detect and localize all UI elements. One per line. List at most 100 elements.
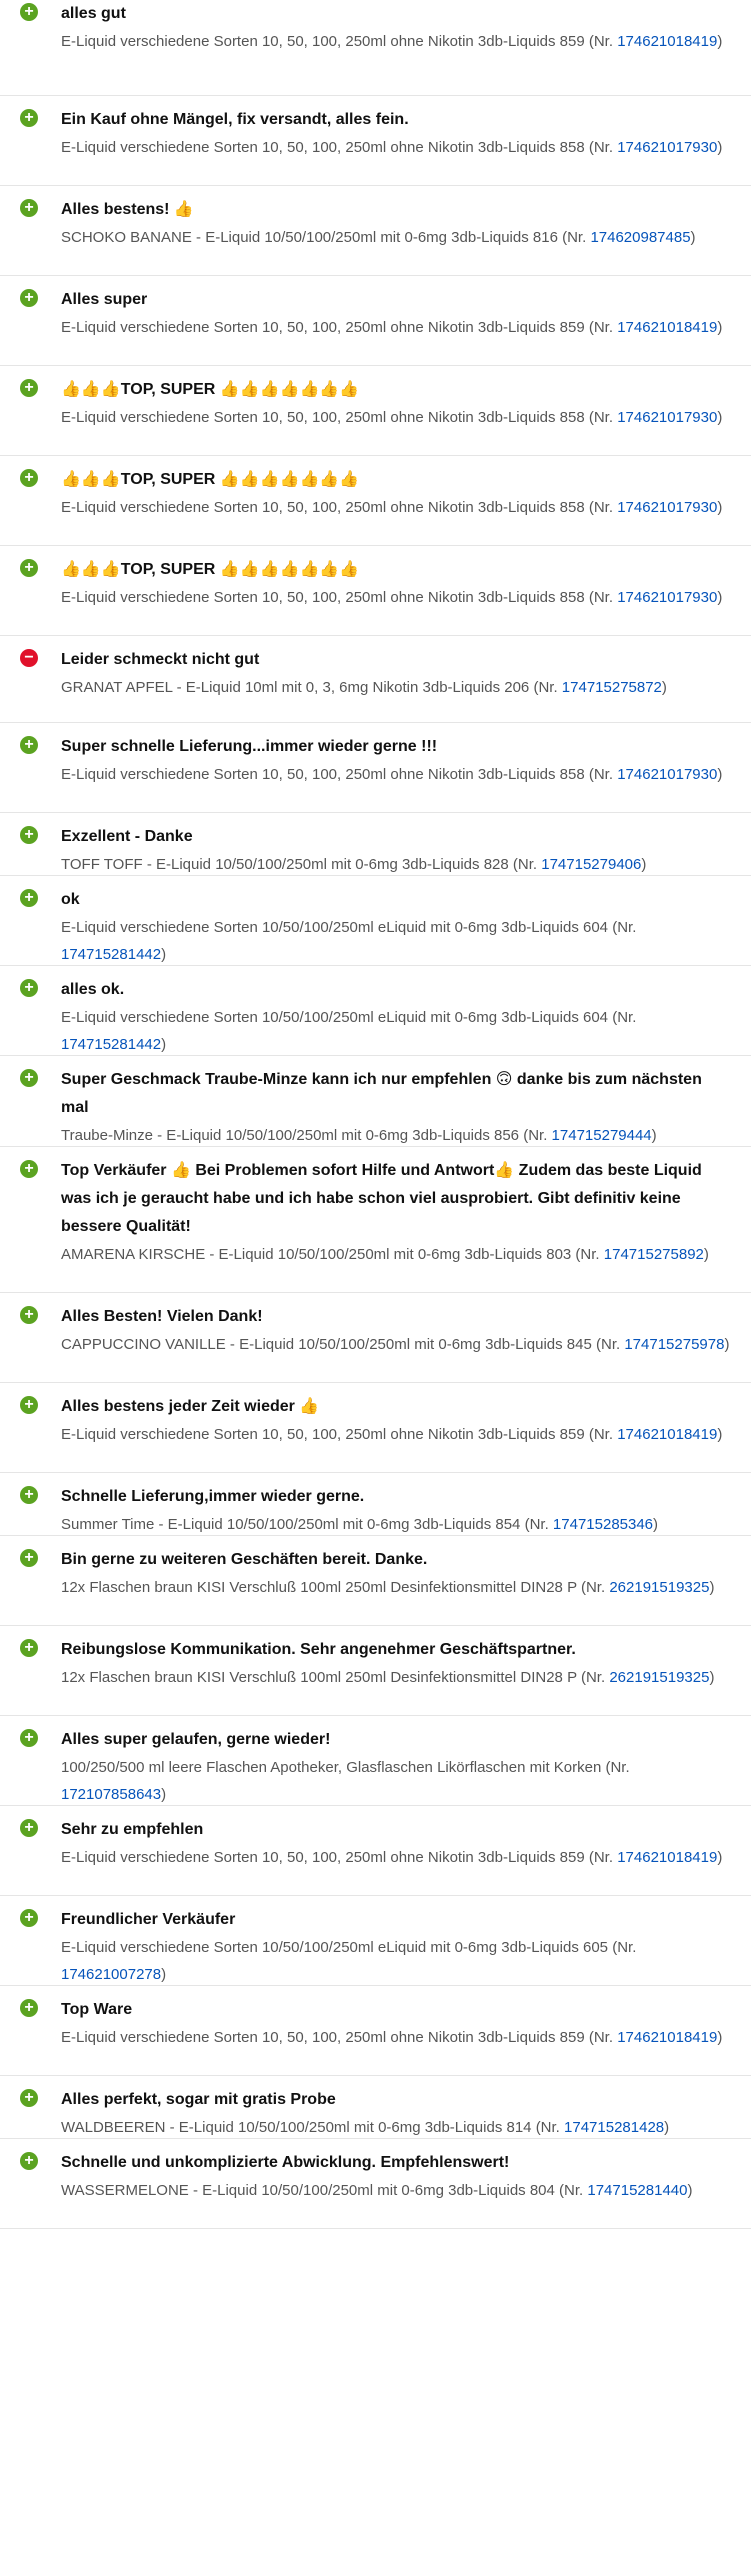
item-number-suffix: ) xyxy=(703,1246,709,1263)
item-title: Traube-Minze - E-Liquid 10/50/100/250ml … xyxy=(61,1127,520,1144)
item-number-prefix: (Nr. xyxy=(605,1759,630,1776)
item-number-link[interactable]: 174621017930 xyxy=(617,139,717,156)
item-number-link[interactable]: 174621018419 xyxy=(617,2029,717,2046)
plus-circle-icon: + xyxy=(20,736,38,754)
item-title: E-Liquid verschiedene Sorten 10, 50, 100… xyxy=(61,766,585,783)
item-number-prefix: (Nr. xyxy=(580,1669,610,1686)
item-number-prefix: (Nr. xyxy=(588,1849,618,1866)
feedback-item: + Bin gerne zu weiteren Geschäften bereit… xyxy=(0,1536,751,1626)
feedback-comment: 👍👍👍TOP, SUPER 👍👍👍👍👍👍👍 xyxy=(61,561,360,578)
item-number-link[interactable]: 174715281442 xyxy=(61,1036,161,1053)
feedback-comment: 👍👍👍TOP, SUPER 👍👍👍👍👍👍👍 xyxy=(61,381,360,398)
item-description: E-Liquid verschiedene Sorten 10, 50, 100… xyxy=(61,404,731,431)
item-number-link[interactable]: 174715281440 xyxy=(587,2182,687,2199)
item-number-link[interactable]: 174715279444 xyxy=(552,1127,652,1144)
item-number-suffix: ) xyxy=(664,2119,670,2136)
item-number-suffix: ) xyxy=(709,1669,715,1686)
item-number-link[interactable]: 174621017930 xyxy=(617,409,717,426)
plus-circle-icon: + xyxy=(20,1729,38,1747)
feedback-comment: alles gut xyxy=(61,5,126,22)
item-number-link[interactable]: 174621017930 xyxy=(617,766,717,783)
item-title: E-Liquid verschiedene Sorten 10, 50, 100… xyxy=(61,409,585,426)
item-number-link[interactable]: 174620987485 xyxy=(590,229,690,246)
plus-circle-icon: + xyxy=(20,1909,38,1927)
item-description: E-Liquid verschiedene Sorten 10, 50, 100… xyxy=(61,134,731,161)
item-title: E-Liquid verschiedene Sorten 10/50/100/2… xyxy=(61,1009,609,1026)
feedback-item: + Alles Besten! Vielen Dank! CAPPUCCINO VA… xyxy=(0,1293,751,1383)
item-number-link[interactable]: 174715285346 xyxy=(553,1516,653,1533)
item-number-link[interactable]: 174621018419 xyxy=(617,1849,717,1866)
feedback-item: + Alles bestens jeder Zeit wieder 👍 E-Liqu… xyxy=(0,1383,751,1473)
item-number-prefix: (Nr. xyxy=(533,679,562,696)
item-title: E-Liquid verschiedene Sorten 10, 50, 100… xyxy=(61,1426,585,1443)
plus-circle-icon: + xyxy=(20,109,38,127)
item-number-link[interactable]: 174715275872 xyxy=(562,679,662,696)
item-number-prefix: (Nr. xyxy=(588,1426,618,1443)
plus-circle-icon: + xyxy=(20,826,38,844)
item-number-link[interactable]: 174715281442 xyxy=(61,946,161,963)
item-description: E-Liquid verschiedene Sorten 10, 50, 100… xyxy=(61,494,731,521)
feedback-item: + Reibungslose Kommunikation. Sehr angene… xyxy=(0,1626,751,1716)
plus-circle-icon: + xyxy=(20,2089,38,2107)
item-description: E-Liquid verschiedene Sorten 10, 50, 100… xyxy=(61,1421,731,1448)
item-description: WASSERMELONE - E-Liquid 10/50/100/250ml … xyxy=(61,2177,731,2204)
item-number-link[interactable]: 174621017930 xyxy=(617,499,717,516)
item-number-suffix: ) xyxy=(641,856,647,873)
feedback-comment: Alles perfekt, sogar mit gratis Probe xyxy=(61,2091,336,2108)
plus-circle-icon: + xyxy=(20,379,38,397)
plus-circle-icon: + xyxy=(20,559,38,577)
feedback-item: + Top Verkäufer 👍 Bei Problemen sofort Hi… xyxy=(0,1147,751,1293)
item-title: E-Liquid verschiedene Sorten 10/50/100/2… xyxy=(61,1939,609,1956)
feedback-comment: Leider schmeckt nicht gut xyxy=(61,651,260,668)
item-description: E-Liquid verschiedene Sorten 10, 50, 100… xyxy=(61,1844,731,1871)
item-number-link[interactable]: 174621018419 xyxy=(617,1426,717,1443)
item-description: Summer Time - E-Liquid 10/50/100/250ml m… xyxy=(61,1511,731,1538)
feedback-item: + 👍👍👍TOP, SUPER 👍👍👍👍👍👍👍 E-Liquid verschied… xyxy=(0,366,751,456)
item-number-prefix: (Nr. xyxy=(588,139,618,156)
item-number-link[interactable]: 174715275978 xyxy=(624,1336,724,1353)
feedback-item: + Alles super E-Liquid verschiedene Sorten… xyxy=(0,276,751,366)
feedback-comment: Bin gerne zu weiteren Geschäften bereit.… xyxy=(61,1551,428,1568)
item-number-link[interactable]: 262191519325 xyxy=(609,1579,709,1596)
item-title: E-Liquid verschiedene Sorten 10, 50, 100… xyxy=(61,139,585,156)
item-number-link[interactable]: 174621017930 xyxy=(617,589,717,606)
item-number-link[interactable]: 174715279406 xyxy=(541,856,641,873)
item-number-link[interactable]: 172107858643 xyxy=(61,1786,161,1803)
item-number-suffix: ) xyxy=(717,2029,723,2046)
item-number-link[interactable]: 174621018419 xyxy=(617,33,717,50)
item-number-prefix: (Nr. xyxy=(588,33,618,50)
minus-circle-icon: − xyxy=(20,649,38,667)
feedback-comment: 👍👍👍TOP, SUPER 👍👍👍👍👍👍👍 xyxy=(61,471,360,488)
feedback-list: + alles gut E-Liquid verschiedene Sorten 1… xyxy=(0,0,751,2229)
feedback-comment: Super schnelle Lieferung...immer wieder … xyxy=(61,738,438,755)
item-title: AMARENA KIRSCHE - E-Liquid 10/50/100/250… xyxy=(61,1246,572,1263)
item-title: WASSERMELONE - E-Liquid 10/50/100/250ml … xyxy=(61,2182,555,2199)
item-number-link[interactable]: 174715281428 xyxy=(564,2119,664,2136)
item-number-suffix: ) xyxy=(717,1849,723,1866)
feedback-comment: Alles Besten! Vielen Dank! xyxy=(61,1308,263,1325)
item-number-link[interactable]: 174621007278 xyxy=(61,1966,161,1983)
item-number-suffix: ) xyxy=(161,1036,167,1053)
item-description: 12x Flaschen braun KISI Verschluß 100ml … xyxy=(61,1664,731,1691)
item-title: E-Liquid verschiedene Sorten 10, 50, 100… xyxy=(61,1849,585,1866)
feedback-comment: Schnelle und unkomplizierte Abwicklung. … xyxy=(61,2154,510,2171)
feedback-item: + alles ok. E-Liquid verschiedene Sorten 1… xyxy=(0,966,751,1056)
feedback-comment: Freundlicher Verkäufer xyxy=(61,1911,236,1928)
item-description: 100/250/500 ml leere Flaschen Apotheker,… xyxy=(61,1754,731,1808)
item-number-suffix: ) xyxy=(161,1786,167,1803)
plus-circle-icon: + xyxy=(20,889,38,907)
item-number-link[interactable]: 174715275892 xyxy=(604,1246,704,1263)
item-number-suffix: ) xyxy=(717,139,723,156)
feedback-item: + ok E-Liquid verschiedene Sorten 10/50/10… xyxy=(0,876,751,966)
item-number-link[interactable]: 262191519325 xyxy=(609,1669,709,1686)
item-number-prefix: (Nr. xyxy=(588,2029,618,2046)
plus-circle-icon: + xyxy=(20,1396,38,1414)
item-description: E-Liquid verschiedene Sorten 10/50/100/2… xyxy=(61,1004,731,1058)
item-number-prefix: (Nr. xyxy=(562,229,591,246)
item-number-suffix: ) xyxy=(717,319,723,336)
item-number-suffix: ) xyxy=(651,1127,657,1144)
feedback-item: − Leider schmeckt nicht gut GRANAT APFEL -… xyxy=(0,636,751,723)
feedback-item: + 👍👍👍TOP, SUPER 👍👍👍👍👍👍👍 E-Liquid verschied… xyxy=(0,546,751,636)
item-number-link[interactable]: 174621018419 xyxy=(617,319,717,336)
feedback-item: + Ein Kauf ohne Mängel, fix versandt, all… xyxy=(0,96,751,186)
